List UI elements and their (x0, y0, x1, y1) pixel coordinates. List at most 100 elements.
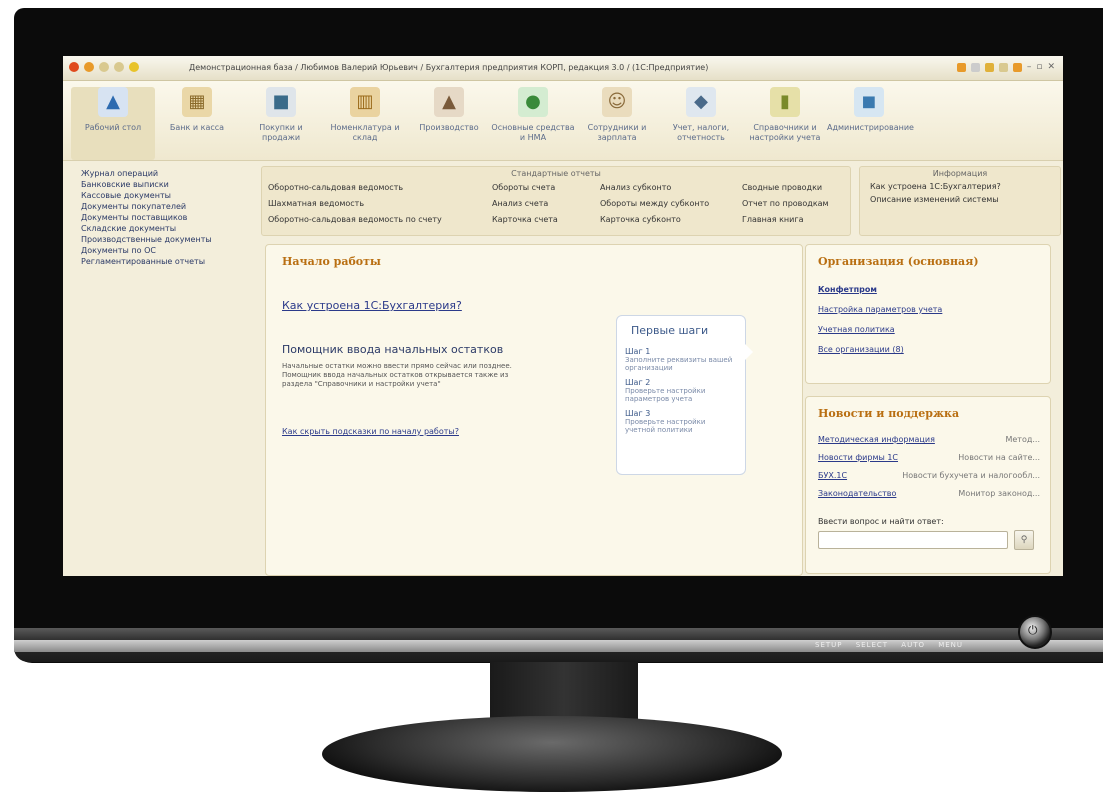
news-text: Новости на сайте... (958, 453, 1040, 462)
report-link[interactable]: Сводные проводки (742, 183, 822, 192)
search-icon: ⚲ (1020, 535, 1028, 545)
nav-item[interactable]: Банковские выписки (81, 179, 259, 190)
section-taxes[interactable]: ◆ Учет, налоги, отчетность (659, 87, 743, 160)
desktop-icon: ▲ (98, 87, 128, 117)
restore-icon[interactable]: ▫ (1036, 62, 1042, 72)
accounting-settings-link[interactable]: Настройка параметров учета (818, 305, 942, 314)
news-text: Монитор законод... (958, 489, 1040, 498)
monitor-neck (490, 662, 638, 724)
report-link[interactable]: Обороты счета (492, 183, 555, 192)
news-link[interactable]: БУХ.1С (818, 471, 847, 480)
hide-hints-link[interactable]: Как скрыть подсказки по началу работы? (282, 427, 459, 436)
section-assets[interactable]: ● Основные средства и НМА (491, 87, 575, 160)
nav-item[interactable]: Документы поставщиков (81, 212, 259, 223)
back-icon[interactable] (99, 62, 109, 72)
assets-icon: ● (518, 87, 548, 117)
close-icon[interactable]: ✕ (1047, 62, 1055, 72)
nav-item[interactable]: Складские документы (81, 223, 259, 234)
balance-helper-description: Начальные остатки можно ввести прямо сей… (282, 362, 512, 388)
standard-reports-panel: Стандартные отчеты Оборотно-сальдовая ве… (261, 166, 851, 236)
report-link[interactable]: Главная книга (742, 215, 803, 224)
section-desktop[interactable]: ▲ Рабочий стол (71, 87, 155, 160)
calendar-icon[interactable] (956, 62, 966, 72)
info-link[interactable]: Описание изменений системы (870, 195, 1060, 204)
news-link[interactable]: Законодательство (818, 489, 896, 498)
section-purchases[interactable]: ■ Покупки и продажи (239, 87, 323, 160)
section-employees[interactable]: ☺ Сотрудники и зарплата (575, 87, 659, 160)
accounting-policy-link[interactable]: Учетная политика (818, 325, 895, 334)
favorites-star-icon[interactable] (129, 62, 139, 72)
step-label[interactable]: Шаг 1 (625, 347, 737, 356)
report-link[interactable]: Шахматная ведомость (268, 199, 364, 208)
nav-item[interactable]: Кассовые документы (81, 190, 259, 201)
start-panel: Начало работы Как устроена 1С:Бухгалтери… (265, 244, 803, 576)
minimize-icon[interactable]: – (1027, 62, 1032, 72)
question-input[interactable] (818, 531, 1008, 549)
report-link[interactable]: Оборотно-сальдовая ведомость по счету (268, 215, 442, 224)
start-title: Начало работы (282, 255, 381, 268)
forward-icon[interactable] (114, 62, 124, 72)
section-admin[interactable]: ◼ Администрирование (827, 87, 914, 160)
section-bank[interactable]: ▦ Банк и касса (155, 87, 239, 160)
news-link[interactable]: Методическая информация (818, 435, 935, 444)
memory-icon[interactable] (998, 62, 1008, 72)
section-production[interactable]: ▲ Производство (407, 87, 491, 160)
report-link[interactable]: Оборотно-сальдовая ведомость (268, 183, 403, 192)
monitor-base (322, 716, 782, 792)
section-label: Рабочий стол (84, 123, 142, 132)
first-steps-title: Первые шаги (631, 324, 709, 337)
menu-icon[interactable] (84, 62, 94, 72)
bank-icon: ▦ (182, 87, 212, 117)
step-label[interactable]: Шаг 3 (625, 409, 737, 418)
how-it-works-link[interactable]: Как устроена 1С:Бухгалтерия? (282, 299, 462, 312)
organization-name-link[interactable]: Конфетпром (818, 285, 877, 294)
news-title: Новости и поддержка (818, 407, 960, 420)
nav-item[interactable]: Журнал операций (81, 168, 259, 179)
title-bar: Демонстрационная база / Любимов Валерий … (63, 56, 1063, 81)
employee-icon: ☺ (602, 87, 632, 117)
information-title: Информация (932, 169, 988, 178)
nav-item[interactable]: Производственные документы (81, 234, 259, 245)
nav-item[interactable]: Документы по ОС (81, 245, 259, 256)
books-icon: ▮ (770, 87, 800, 117)
search-button[interactable]: ⚲ (1014, 530, 1034, 550)
section-label: Основные средства и НМА (491, 123, 575, 142)
admin-icon: ◼ (854, 87, 884, 117)
step-label[interactable]: Шаг 2 (625, 378, 737, 387)
left-navigation: Журнал операций Банковские выписки Кассо… (63, 160, 259, 576)
organization-title: Организация (основная) (818, 255, 979, 268)
standard-reports-title: Стандартные отчеты (511, 169, 601, 178)
app-logo-icon[interactable] (69, 62, 79, 72)
section-label: Сотрудники и зарплата (587, 123, 647, 142)
news-row: Законодательство Монитор законод... (818, 489, 1040, 498)
nav-item[interactable]: Документы покупателей (81, 201, 259, 212)
monitor-button-labels: SETUP SELECT AUTO MENU (815, 641, 964, 649)
all-organizations-link[interactable]: Все организации (8) (818, 345, 904, 354)
report-link[interactable]: Анализ счета (492, 199, 548, 208)
warehouse-icon: ▥ (350, 87, 380, 117)
report-link[interactable]: Обороты между субконто (600, 199, 709, 208)
organization-panel: Организация (основная) Конфетпром Настро… (805, 244, 1051, 384)
step-description: Проверьте настройки параметров учета (625, 387, 706, 403)
news-link[interactable]: Новости фирмы 1С (818, 453, 898, 462)
history-icon[interactable] (984, 62, 994, 72)
section-label: Справочники и настройки учета (749, 123, 821, 142)
reports-icon: ◆ (686, 87, 716, 117)
information-panel: Информация Как устроена 1С:Бухгалтерия? … (859, 166, 1061, 236)
balance-helper-title[interactable]: Помощник ввода начальных остатков (282, 343, 503, 356)
window-title: Демонстрационная база / Любимов Валерий … (189, 63, 709, 72)
power-button-icon[interactable]: ⏻ (1018, 615, 1052, 649)
news-row: БУХ.1С Новости бухучета и налогообл... (818, 471, 1040, 480)
section-label: Учет, налоги, отчетность (672, 123, 730, 142)
report-link[interactable]: Карточка субконто (600, 215, 681, 224)
report-link[interactable]: Карточка счета (492, 215, 558, 224)
section-warehouse[interactable]: ▥ Номенклатура и склад (323, 87, 407, 160)
section-catalogs[interactable]: ▮ Справочники и настройки учета (743, 87, 827, 160)
report-link[interactable]: Отчет по проводкам (742, 199, 829, 208)
nav-item[interactable]: Регламентированные отчеты (81, 256, 259, 267)
info-icon[interactable] (1012, 62, 1022, 72)
info-link[interactable]: Как устроена 1С:Бухгалтерия? (870, 182, 1060, 191)
report-link[interactable]: Анализ субконто (600, 183, 671, 192)
calculator-icon[interactable] (970, 62, 980, 72)
step-description: Проверьте настройки учетной политики (625, 418, 706, 434)
